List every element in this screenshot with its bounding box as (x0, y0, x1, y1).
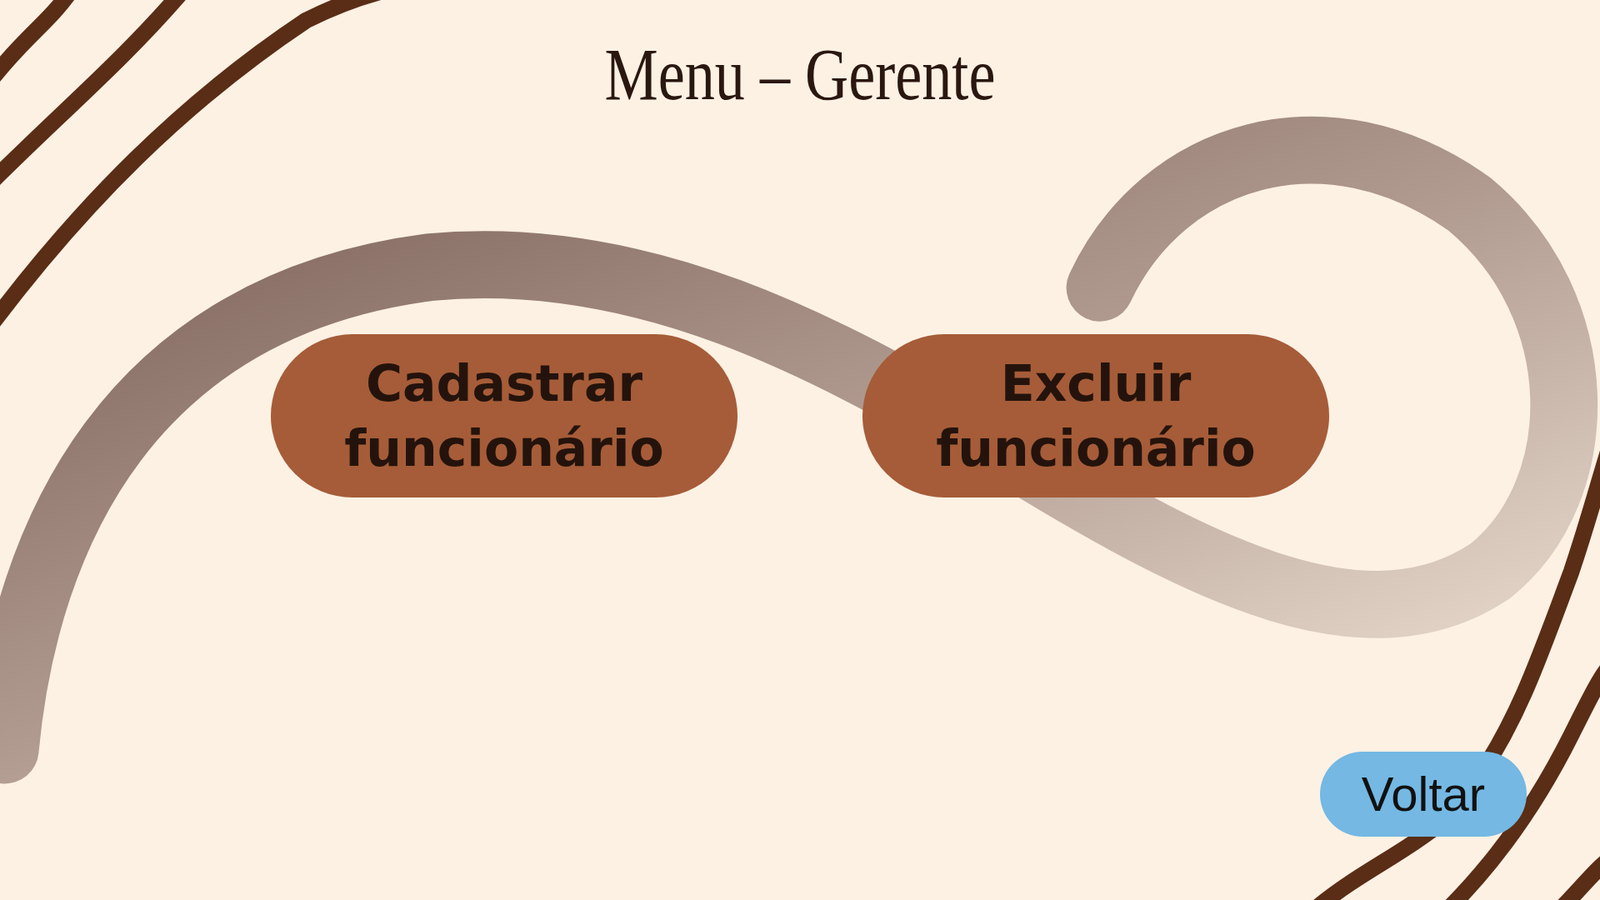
action-buttons: Cadastrar funcionário Excluir funcionário (0, 334, 1600, 498)
action-button[interactable]: Excluir funcionário (862, 334, 1330, 498)
action-button[interactable]: Cadastrar funcionário (270, 334, 738, 498)
page-title: Menu – Gerente (144, 0, 1456, 116)
back-button[interactable]: Voltar (1320, 751, 1527, 837)
manager-menu-page: Menu – Gerente Cadastrar funcionário Excl… (0, 0, 1600, 900)
footer: Voltar (0, 751, 1600, 900)
menu-content: Menu – Gerente Cadastrar funcionário Excl… (0, 0, 1600, 900)
